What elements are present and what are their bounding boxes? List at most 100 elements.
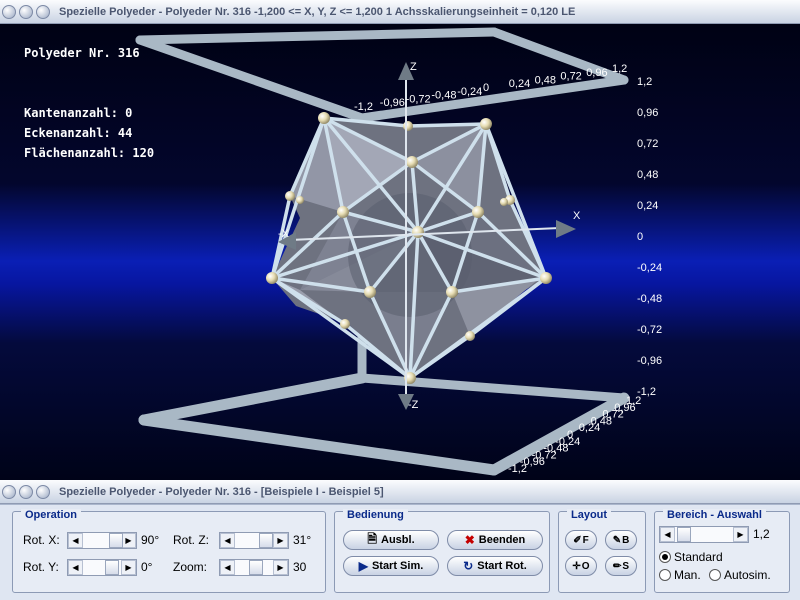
control-window-title: Spezielle Polyeder - Polyeder Nr. 316 - …	[59, 485, 384, 498]
right-tick-label: 0,48	[637, 169, 658, 181]
close-icon: ✖	[464, 533, 475, 547]
rot-y-value: 0°	[141, 560, 153, 574]
bedienung-title: Bedienung	[343, 509, 408, 521]
slider-thumb[interactable]	[109, 533, 123, 548]
slider-thumb[interactable]	[249, 560, 263, 575]
control-minimize-button[interactable]	[19, 484, 33, 499]
layout-title: Layout	[567, 509, 612, 521]
control-maximize-button[interactable]	[36, 484, 50, 499]
x-axis-label: X	[573, 210, 581, 222]
z-axis-label: Z	[410, 61, 417, 73]
top-tick-label: -0,96	[380, 97, 405, 109]
document-icon: 🗎	[367, 531, 378, 546]
right-tick-label: 0,24	[637, 200, 658, 212]
control-window-title-bar[interactable]: Spezielle Polyeder - Polyeder Nr. 316 - …	[0, 480, 800, 504]
top-tick-label: 0,24	[509, 78, 530, 90]
top-tick-label: -0,48	[431, 90, 456, 102]
right-tick-label: -0,96	[637, 355, 662, 367]
bereich-slider[interactable]: ◀ ▶	[659, 526, 749, 543]
beenden-button[interactable]: ✖ Beenden	[447, 530, 543, 550]
zoom-label: Zoom:	[173, 560, 208, 574]
bereich-group: Bereich - Auswahl ◀ ▶ 1,2 Standard Man. …	[654, 509, 790, 593]
x-axis-arrow	[556, 220, 576, 238]
rot-x-slider[interactable]: ◀ ▶	[67, 532, 137, 549]
pencil-icon: ✎	[612, 534, 622, 546]
top-tick-label: 1,2	[612, 63, 627, 75]
layout-group: Layout ✐ F ✎ B ✛ O ✏ S	[558, 509, 646, 593]
scroll-left-icon[interactable]: ◀	[68, 560, 83, 575]
ausblenden-button[interactable]: 🗎 Ausbl.	[343, 530, 439, 550]
radio-manual[interactable]: Man.	[659, 568, 701, 582]
radio-dot[interactable]	[659, 551, 671, 563]
edge-count: Kantenanzahl: 0	[24, 106, 133, 120]
scroll-left-icon[interactable]: ◀	[68, 533, 83, 548]
scroll-left-icon[interactable]: ◀	[220, 560, 235, 575]
right-tick-label: 0,96	[637, 107, 658, 119]
slider-thumb[interactable]	[105, 560, 119, 575]
top-tick-label: 0,72	[560, 71, 581, 83]
rot-x-label: Rot. X:	[23, 533, 60, 547]
maximize-button[interactable]	[36, 4, 50, 19]
operation-group: Operation Rot. X: ◀ ▶ 90° Rot. Y: ◀ ▶ 0°…	[12, 509, 326, 593]
scroll-right-icon[interactable]: ▶	[733, 527, 748, 542]
layout-s-button[interactable]: ✏ S	[605, 556, 637, 576]
operation-title: Operation	[21, 509, 81, 521]
scroll-right-icon[interactable]: ▶	[121, 560, 136, 575]
radio-dot[interactable]	[709, 569, 721, 581]
top-tick-label: -1,2	[354, 101, 373, 113]
layout-f-button[interactable]: ✐ F	[565, 530, 597, 550]
brush-icon: ✐	[573, 534, 582, 546]
bottom-axis-ticks: -1,2-0,96-0,72-0,48-0,2400,240,480,720,9…	[508, 395, 641, 475]
scroll-left-icon[interactable]: ◀	[220, 533, 235, 548]
window-menu-button[interactable]	[2, 4, 16, 19]
right-tick-label: 1,2	[637, 76, 652, 88]
scroll-left-icon[interactable]: ◀	[660, 527, 675, 542]
zoom-slider[interactable]: ◀ ▶	[219, 559, 289, 576]
bereich-value: 1,2	[753, 527, 770, 541]
radio-dot[interactable]	[659, 569, 671, 581]
radio-standard[interactable]: Standard	[659, 550, 723, 564]
neg-x-axis-label: -X	[278, 228, 290, 240]
radio-autosim[interactable]: Autosim.	[709, 568, 771, 582]
rot-y-slider[interactable]: ◀ ▶	[67, 559, 137, 576]
bottom-tick-label: 0	[567, 429, 573, 441]
play-icon: ▶	[358, 559, 368, 573]
bedienung-group: Bedienung 🗎 Ausbl. ✖ Beenden ▶ Start Sim…	[334, 509, 550, 593]
control-window-menu-button[interactable]	[2, 484, 16, 499]
start-sim-button[interactable]: ▶ Start Sim.	[343, 556, 439, 576]
bereich-title: Bereich - Auswahl	[663, 509, 766, 521]
right-tick-label: 0,72	[637, 138, 658, 150]
slider-thumb[interactable]	[259, 533, 273, 548]
rot-z-label: Rot. Z:	[173, 533, 210, 547]
layout-b-button[interactable]: ✎ B	[605, 530, 637, 550]
rot-z-value: 31°	[293, 533, 312, 547]
layout-o-button[interactable]: ✛ O	[565, 556, 597, 576]
top-tick-label: -0,72	[406, 93, 431, 105]
right-axis-ticks: 1,2 0,96 0,72 0,48 0,24 0 -0,24 -0,48 -0,72 -0,96…	[637, 76, 662, 398]
polyhedron-3d-view[interactable]: Z -Z X -X -1,2 -0,96 -0,72 -0,48 -0,24 0 0,24 0…	[0, 24, 800, 480]
right-tick-label: -0,48	[637, 293, 662, 305]
crosshair-icon: ✛	[572, 560, 581, 572]
scroll-right-icon[interactable]: ▶	[273, 533, 288, 548]
window-title-bar[interactable]: Spezielle Polyeder - Polyeder Nr. 316 -1…	[0, 0, 800, 24]
scroll-right-icon[interactable]: ▶	[121, 533, 136, 548]
rot-z-slider[interactable]: ◀ ▶	[219, 532, 289, 549]
slider-thumb[interactable]	[677, 527, 691, 542]
top-tick-label: 0,48	[535, 74, 556, 86]
scroll-right-icon[interactable]: ▶	[273, 560, 288, 575]
right-tick-label: -0,72	[637, 324, 662, 336]
start-rot-button[interactable]: ↻ Start Rot.	[447, 556, 543, 576]
rotate-icon: ↻	[463, 559, 474, 573]
right-tick-label: -0,24	[637, 262, 662, 274]
rot-y-label: Rot. Y:	[23, 560, 59, 574]
top-tick-label: 0,96	[586, 67, 607, 79]
rot-x-value: 90°	[141, 533, 160, 547]
top-tick-label: 0	[483, 82, 489, 94]
window-title: Spezielle Polyeder - Polyeder Nr. 316 -1…	[59, 5, 576, 18]
right-tick-label: 0	[637, 231, 643, 243]
polyhedron-canvas: Z -Z X -X -1,2 -0,96 -0,72 -0,48 -0,24 0 0,24 0…	[135, 26, 662, 476]
minimize-button[interactable]	[19, 4, 33, 19]
zoom-value: 30	[293, 560, 307, 574]
control-panel: Operation Rot. X: ◀ ▶ 90° Rot. Y: ◀ ▶ 0°…	[0, 504, 800, 600]
top-tick-label: -0,24	[457, 86, 482, 98]
